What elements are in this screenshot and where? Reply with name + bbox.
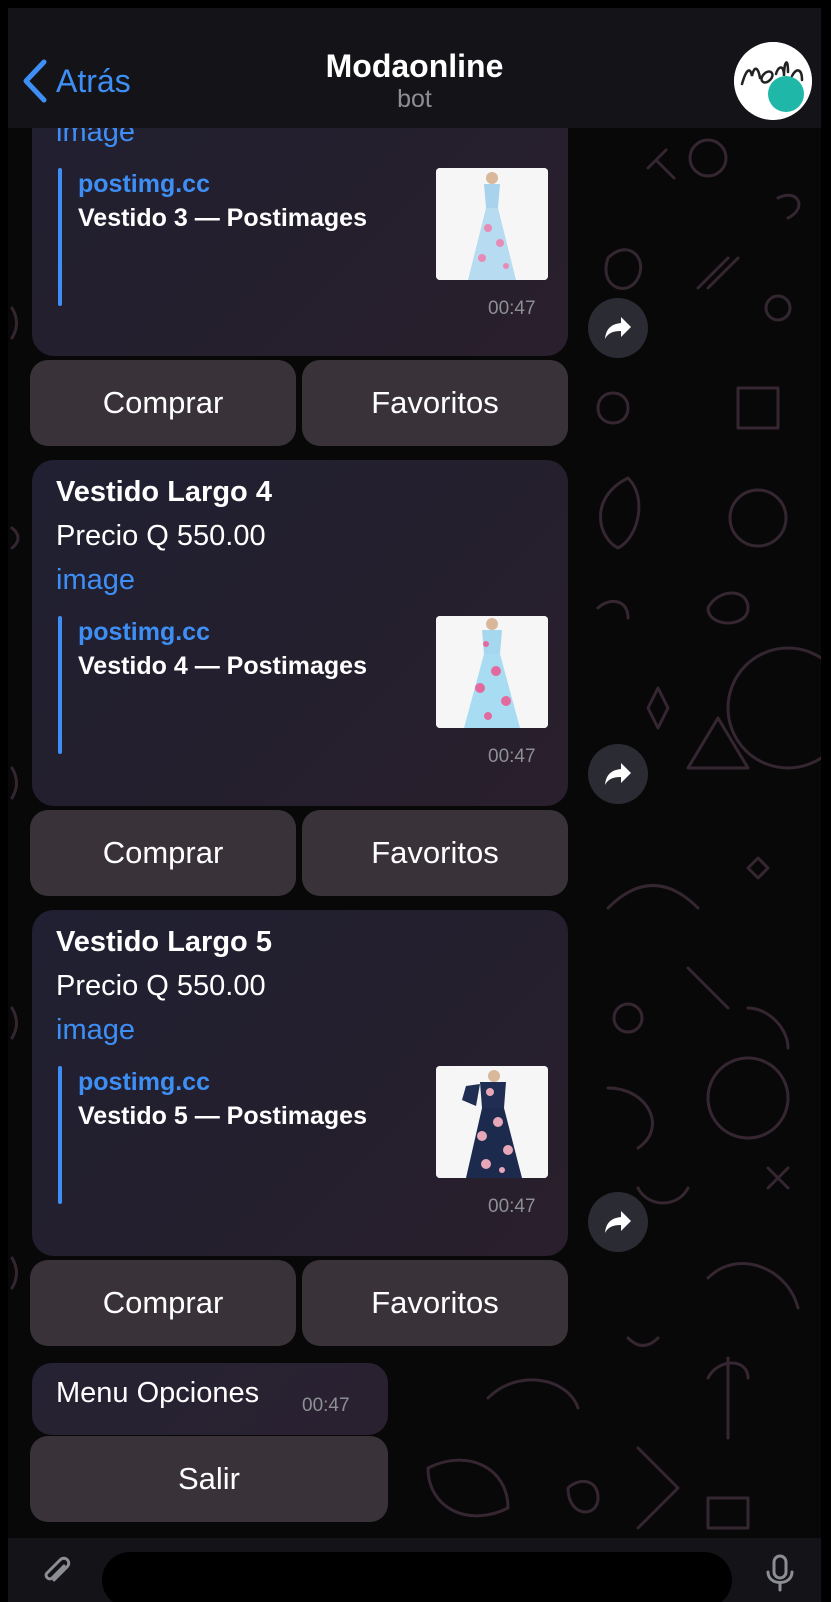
inline-keyboard-row: Comprar Favoritos	[30, 810, 570, 896]
message-input-bar	[8, 1538, 821, 1602]
share-button[interactable]	[588, 1192, 648, 1252]
preview-title: Vestido 3 — Postimages	[78, 204, 367, 232]
chat-header: Atrás Modaonline bot	[8, 8, 821, 128]
link-preview-bar	[58, 616, 62, 754]
link-preview-bar	[58, 168, 62, 306]
product-title: Vestido Largo 5	[56, 926, 272, 958]
image-link[interactable]: image	[56, 564, 135, 597]
product-price: Precio Q 550.00	[56, 970, 266, 1002]
avatar[interactable]	[734, 42, 812, 120]
dress-image	[436, 1066, 548, 1178]
inline-keyboard-row: Comprar Favoritos	[30, 360, 570, 446]
preview-site[interactable]: postimg.cc	[78, 1068, 210, 1097]
buy-button[interactable]: Comprar	[30, 810, 296, 896]
exit-button[interactable]: Salir	[30, 1436, 388, 1522]
paperclip-icon[interactable]	[36, 1552, 76, 1592]
preview-title: Vestido 4 — Postimages	[78, 652, 367, 680]
chat-title-block[interactable]: Modaonline bot	[8, 48, 821, 114]
message-bubble: Vestido Largo 4 Precio Q 550.00 image po…	[32, 460, 568, 806]
message-time: 00:47	[488, 746, 536, 767]
chat-title: Modaonline	[325, 48, 504, 84]
dress-thumbnail[interactable]	[436, 616, 548, 728]
product-price: Precio Q 550.00	[56, 520, 266, 552]
message-bubble: Vestido Largo 5 Precio Q 550.00 image po…	[32, 910, 568, 1256]
favorites-button[interactable]: Favoritos	[302, 360, 568, 446]
link-preview-bar	[58, 1066, 62, 1204]
buy-button[interactable]: Comprar	[30, 1260, 296, 1346]
message-time: 00:47	[302, 1395, 350, 1416]
dress-thumbnail[interactable]	[436, 168, 548, 280]
menu-text: Menu Opciones	[56, 1377, 260, 1409]
inline-keyboard-row: Comprar Favoritos	[30, 1260, 570, 1346]
menu-message-bubble: Menu Opciones 00:47	[32, 1363, 388, 1435]
share-button[interactable]	[588, 744, 648, 804]
avatar-logo	[734, 42, 812, 120]
favorites-button[interactable]: Favoritos	[302, 1260, 568, 1346]
image-link[interactable]: image	[56, 1014, 135, 1047]
product-title: Vestido Largo 4	[56, 476, 272, 508]
share-arrow-icon	[605, 317, 631, 339]
message-input[interactable]	[102, 1552, 732, 1602]
buy-button[interactable]: Comprar	[30, 360, 296, 446]
preview-site[interactable]: postimg.cc	[78, 170, 210, 199]
chat-subtitle: bot	[397, 85, 432, 113]
preview-title: Vestido 5 — Postimages	[78, 1102, 367, 1130]
message-time: 00:47	[488, 298, 536, 319]
microphone-icon[interactable]	[760, 1552, 800, 1592]
dress-thumbnail[interactable]	[436, 1066, 548, 1178]
dress-image	[436, 616, 548, 728]
favorites-button[interactable]: Favoritos	[302, 810, 568, 896]
preview-site[interactable]: postimg.cc	[78, 618, 210, 647]
message-time: 00:47	[488, 1196, 536, 1217]
share-arrow-icon	[605, 763, 631, 785]
share-button[interactable]	[588, 298, 648, 358]
share-arrow-icon	[605, 1211, 631, 1233]
chat-screen: Atrás Modaonline bot image postimg.cc Ve…	[8, 8, 821, 1602]
dress-image	[436, 168, 548, 280]
